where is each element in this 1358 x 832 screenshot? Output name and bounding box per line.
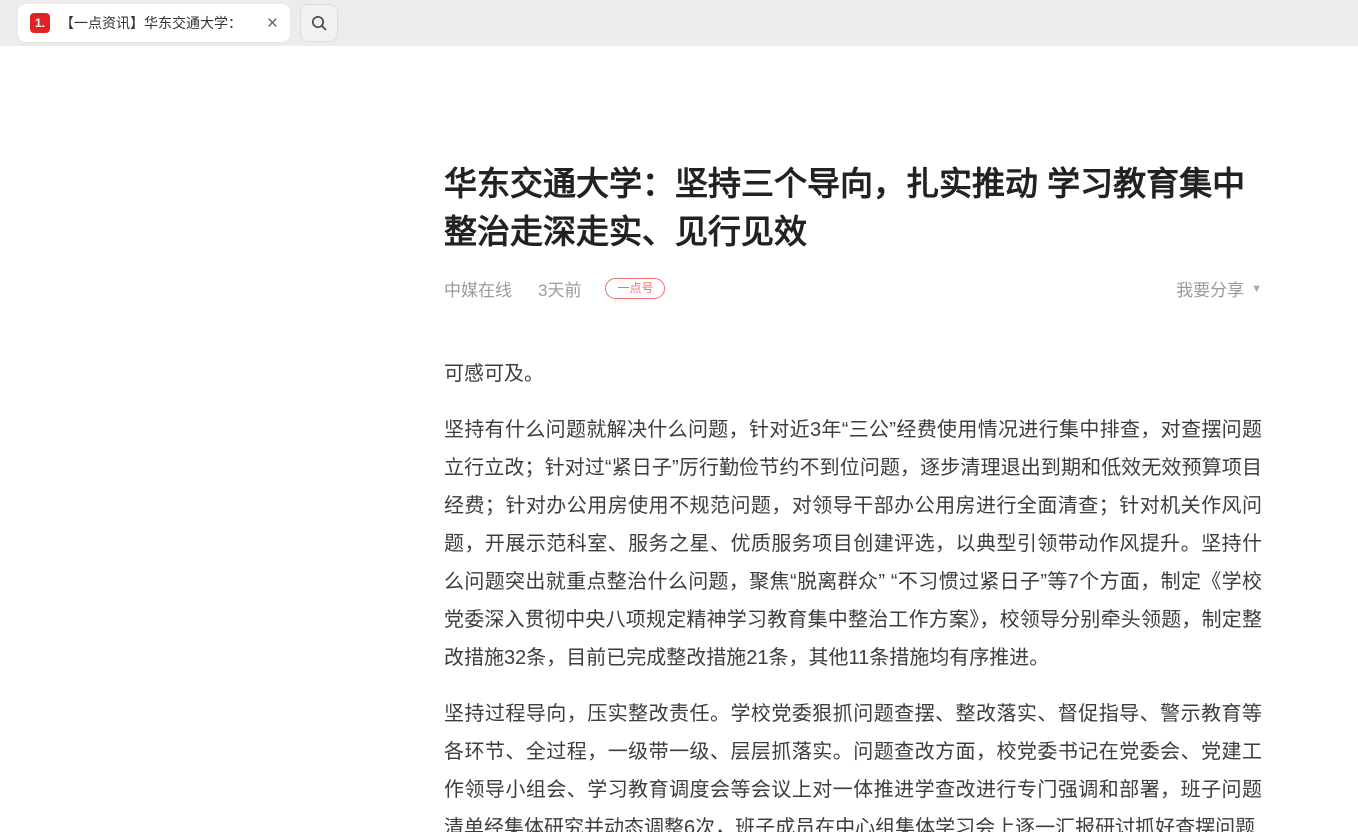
share-button[interactable]: 我要分享 ▼ [1176,276,1262,301]
article-paragraph: 坚持过程导向，压实整改责任。学校党委狠抓问题查摆、整改落实、督促指导、警示教育等… [444,695,1262,832]
article-page: 华东交通大学：坚持三个导向，扎实推动 学习教育集中整治走深走实、见行见效 中媒在… [0,46,1358,832]
close-icon[interactable]: × [265,14,280,33]
article-paragraph: 可感可及。 [444,355,1262,393]
article-body: 可感可及。 坚持有什么问题就解决什么问题，针对近3年“三公”经费使用情况进行集中… [444,355,1262,832]
chevron-down-icon: ▼ [1251,283,1262,295]
article-paragraph: 坚持有什么问题就解决什么问题，针对近3年“三公”经费使用情况进行集中排查，对查摆… [444,411,1262,677]
yidianhao-badge: 一点号 [605,278,665,299]
browser-tab-bar: 1. 【一点资讯】华东交通大学： × [0,0,1358,46]
search-button[interactable] [300,4,338,42]
publish-time: 3天前 [538,276,581,301]
byline-left: 中媒在线 3天前 一点号 [444,276,665,301]
article-byline: 中媒在线 3天前 一点号 我要分享 ▼ [444,276,1262,301]
article-source-link[interactable]: 中媒在线 [444,276,512,301]
browser-tab[interactable]: 1. 【一点资讯】华东交通大学： × [18,4,290,42]
share-label: 我要分享 [1176,276,1244,301]
article-title: 华东交通大学：坚持三个导向，扎实推动 学习教育集中整治走深走实、见行见效 [444,160,1262,256]
article-container: 华东交通大学：坚持三个导向，扎实推动 学习教育集中整治走深走实、见行见效 中媒在… [444,46,1262,832]
yidian-favicon-icon: 1. [30,13,50,33]
search-icon [310,14,328,32]
tab-title: 【一点资讯】华东交通大学： [60,13,257,33]
